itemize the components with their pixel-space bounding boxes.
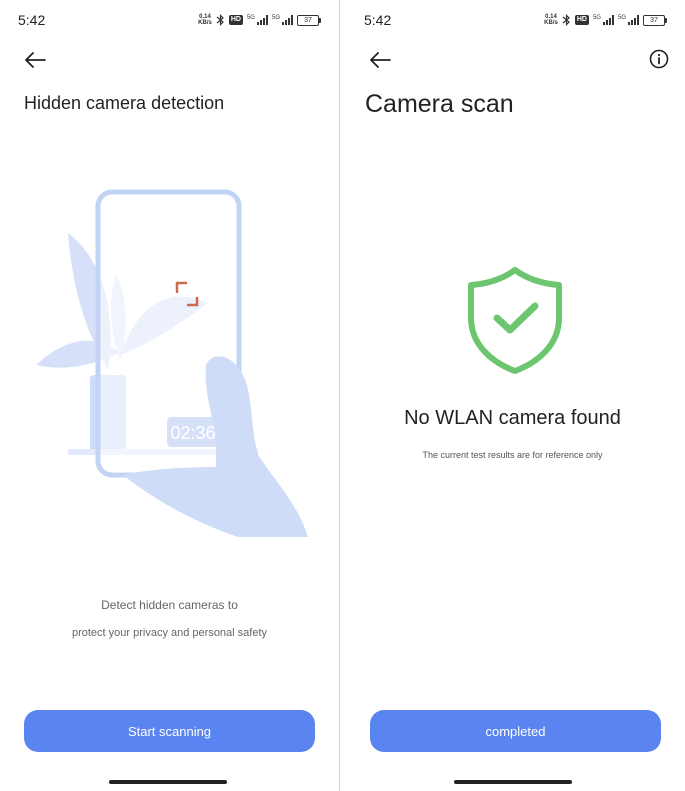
phone-scan-illustration: 02:36 xyxy=(36,189,308,537)
page-title: Camera scan xyxy=(365,90,514,118)
home-indicator[interactable] xyxy=(454,780,572,784)
bluetooth-icon xyxy=(216,14,224,26)
info-icon xyxy=(649,49,669,69)
signal-bars-icon xyxy=(282,15,293,25)
status-icons: 0.14 KB/s HD 5G 5G 37 xyxy=(198,13,321,27)
signal-5g-1: 5G xyxy=(593,15,614,25)
home-indicator[interactable] xyxy=(109,780,227,784)
status-bar: 5:42 0.14 KB/s HD 5G 5G 37 xyxy=(0,0,339,40)
status-time: 5:42 xyxy=(18,12,46,28)
network-speed: 0.14 KB/s xyxy=(198,14,212,26)
battery-icon: 37 xyxy=(297,14,321,26)
description-line-1: Detect hidden cameras to xyxy=(101,598,238,612)
result-note: The current test results are for referen… xyxy=(422,450,603,460)
start-scanning-button[interactable]: Start scanning xyxy=(24,710,315,752)
completed-button[interactable]: completed xyxy=(370,710,661,752)
arrow-left-icon xyxy=(370,52,391,68)
hidden-camera-detection-screen: 5:42 0.14 KB/s HD 5G 5G 37 Hidden camera… xyxy=(0,0,339,791)
back-button[interactable] xyxy=(21,46,49,74)
page-title: Hidden camera detection xyxy=(24,93,225,113)
camera-scan-screen: 5:42 0.14 KB/s HD 5G 5G 37 Camera scan N… xyxy=(340,0,685,791)
status-time: 5:42 xyxy=(364,12,392,28)
status-icons: 0.14 KB/s HD 5G 5G 37 xyxy=(544,13,667,27)
status-bar: 5:42 0.14 KB/s HD 5G 5G 37 xyxy=(340,0,685,40)
signal-bars-icon xyxy=(628,15,639,25)
result-title: No WLAN camera found xyxy=(404,407,621,429)
hd-badge: HD xyxy=(228,15,243,25)
signal-bars-icon xyxy=(602,15,614,25)
description-line-2: protect your privacy and personal safety xyxy=(71,627,268,639)
signal-5g-2: 5G xyxy=(618,15,639,25)
timer-label: 02:36 xyxy=(170,423,215,443)
hd-badge: HD xyxy=(574,15,589,25)
battery-icon: 37 xyxy=(643,14,667,26)
back-button[interactable] xyxy=(366,46,394,74)
shield-check-icon xyxy=(468,267,562,374)
signal-5g-2: 5G xyxy=(272,15,293,25)
info-button[interactable] xyxy=(648,48,670,70)
bluetooth-icon xyxy=(562,14,570,26)
signal-5g-1: 5G xyxy=(247,15,268,25)
signal-bars-icon xyxy=(256,15,268,25)
network-speed: 0.14 KB/s xyxy=(544,14,558,26)
arrow-left-icon xyxy=(25,52,46,68)
